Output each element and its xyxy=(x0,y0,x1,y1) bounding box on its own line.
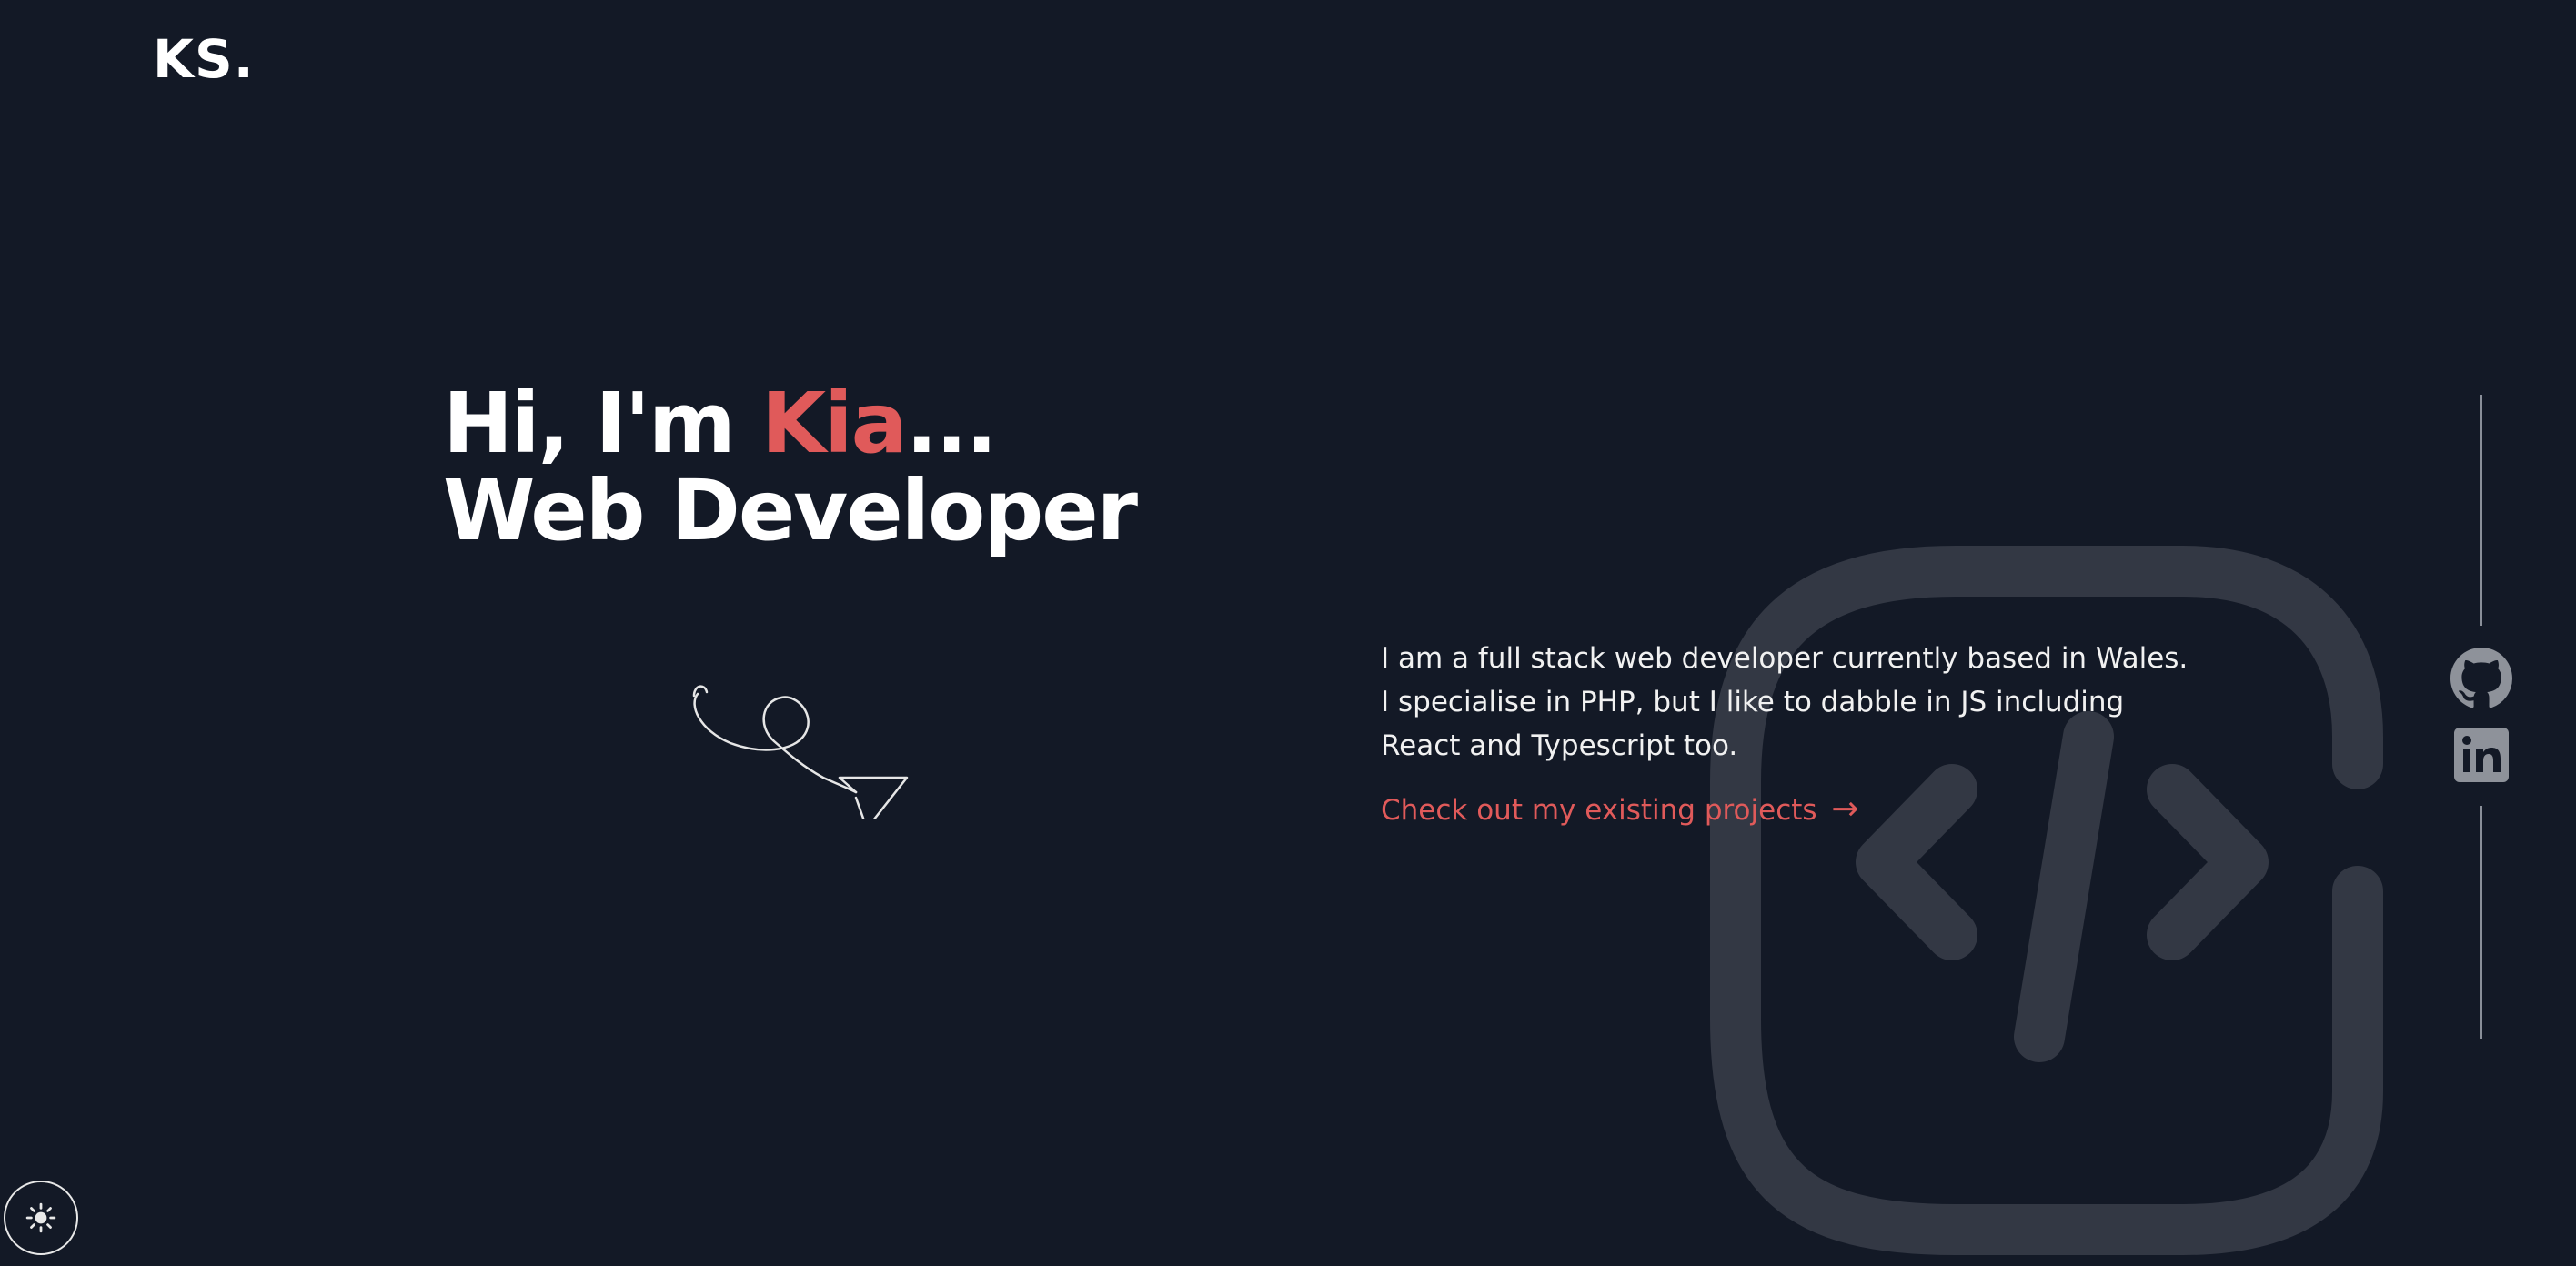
intro-section: I am a full stack web developer currentl… xyxy=(1381,637,2199,832)
sun-icon xyxy=(25,1202,56,1233)
intro-line-3: React and Typescript too. xyxy=(1381,729,1738,762)
site-logo[interactable]: KS. xyxy=(153,27,255,91)
rail-divider-bottom xyxy=(2480,806,2482,1039)
greeting-prefix: Hi, I'm xyxy=(443,375,761,472)
projects-link-label: Check out my existing projects xyxy=(1381,794,1817,827)
social-rail xyxy=(2447,395,2516,1039)
name-highlight: Kia xyxy=(760,375,908,472)
role-title: Web Developer xyxy=(443,462,1138,559)
intro-line-1: I am a full stack web developer currentl… xyxy=(1381,642,2189,675)
arrow-right-icon: → xyxy=(1831,790,1859,828)
rail-divider-top xyxy=(2480,395,2482,626)
arrow-doodle-icon xyxy=(692,685,909,819)
github-link[interactable] xyxy=(2450,648,2512,709)
github-icon xyxy=(2450,648,2512,708)
greeting-suffix: ... xyxy=(905,375,998,472)
linkedin-icon xyxy=(2454,728,2509,782)
projects-link[interactable]: Check out my existing projects → xyxy=(1381,788,1859,832)
hero-heading: Hi, I'm Kia... Web Developer xyxy=(443,380,1138,555)
intro-line-2: I specialise in PHP, but I like to dabbl… xyxy=(1381,686,2125,718)
page: KS. Hi, I'm Kia... Web Developer I am a … xyxy=(0,0,2576,1266)
linkedin-link[interactable] xyxy=(2450,724,2512,786)
theme-toggle-button[interactable] xyxy=(4,1181,78,1255)
